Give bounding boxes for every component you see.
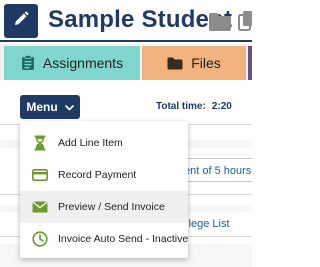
hourglass-icon <box>32 135 48 151</box>
edit-button[interactable] <box>4 4 38 38</box>
chevron-down-icon <box>64 100 74 114</box>
tab-bar: Assignments Files <box>0 44 252 80</box>
menu-item-label: Add Line Item <box>58 137 123 149</box>
page-title: Sample Student <box>48 6 233 33</box>
folder-icon <box>167 57 183 70</box>
clock-icon <box>32 231 48 247</box>
menu-item-label: Record Payment <box>58 169 137 181</box>
tab-assignments[interactable]: Assignments <box>4 46 140 80</box>
tab-files-label: Files <box>191 55 221 71</box>
credit-card-icon <box>32 167 48 183</box>
copy-icon[interactable] <box>238 10 252 37</box>
pencil-icon <box>12 10 30 33</box>
total-time-label: Total time: <box>156 101 206 112</box>
menu-item-add-line-item[interactable]: Add Line Item <box>20 127 188 159</box>
menu-dropdown: Add Line Item Record Payment Preview / S… <box>20 121 188 258</box>
menu-button-label: Menu <box>26 100 58 114</box>
header: Sample Student <box>0 0 252 42</box>
tab-assignments-label: Assignments <box>42 55 124 71</box>
menu-button[interactable]: Menu <box>20 95 80 119</box>
total-time-value: 2:20 <box>211 101 232 112</box>
page: Sample Student Assignments Files Menu To… <box>0 0 252 267</box>
folder-icon[interactable] <box>208 12 232 37</box>
menu-item-invoice-auto-send[interactable]: Invoice Auto Send - Inactive <box>20 223 188 255</box>
tab-more[interactable] <box>248 46 252 80</box>
menu-item-label: Invoice Auto Send - Inactive <box>58 233 189 245</box>
envelope-icon <box>32 199 48 215</box>
clipboard-icon <box>21 55 35 71</box>
tab-files[interactable]: Files <box>142 46 246 80</box>
menu-item-record-payment[interactable]: Record Payment <box>20 159 188 191</box>
menu-item-preview-send-invoice[interactable]: Preview / Send Invoice <box>20 191 188 223</box>
background-time-text: ent of 5 hours <box>184 165 252 177</box>
menu-item-label: Preview / Send Invoice <box>58 201 165 213</box>
total-time: Total time: 2:20 <box>156 101 232 112</box>
